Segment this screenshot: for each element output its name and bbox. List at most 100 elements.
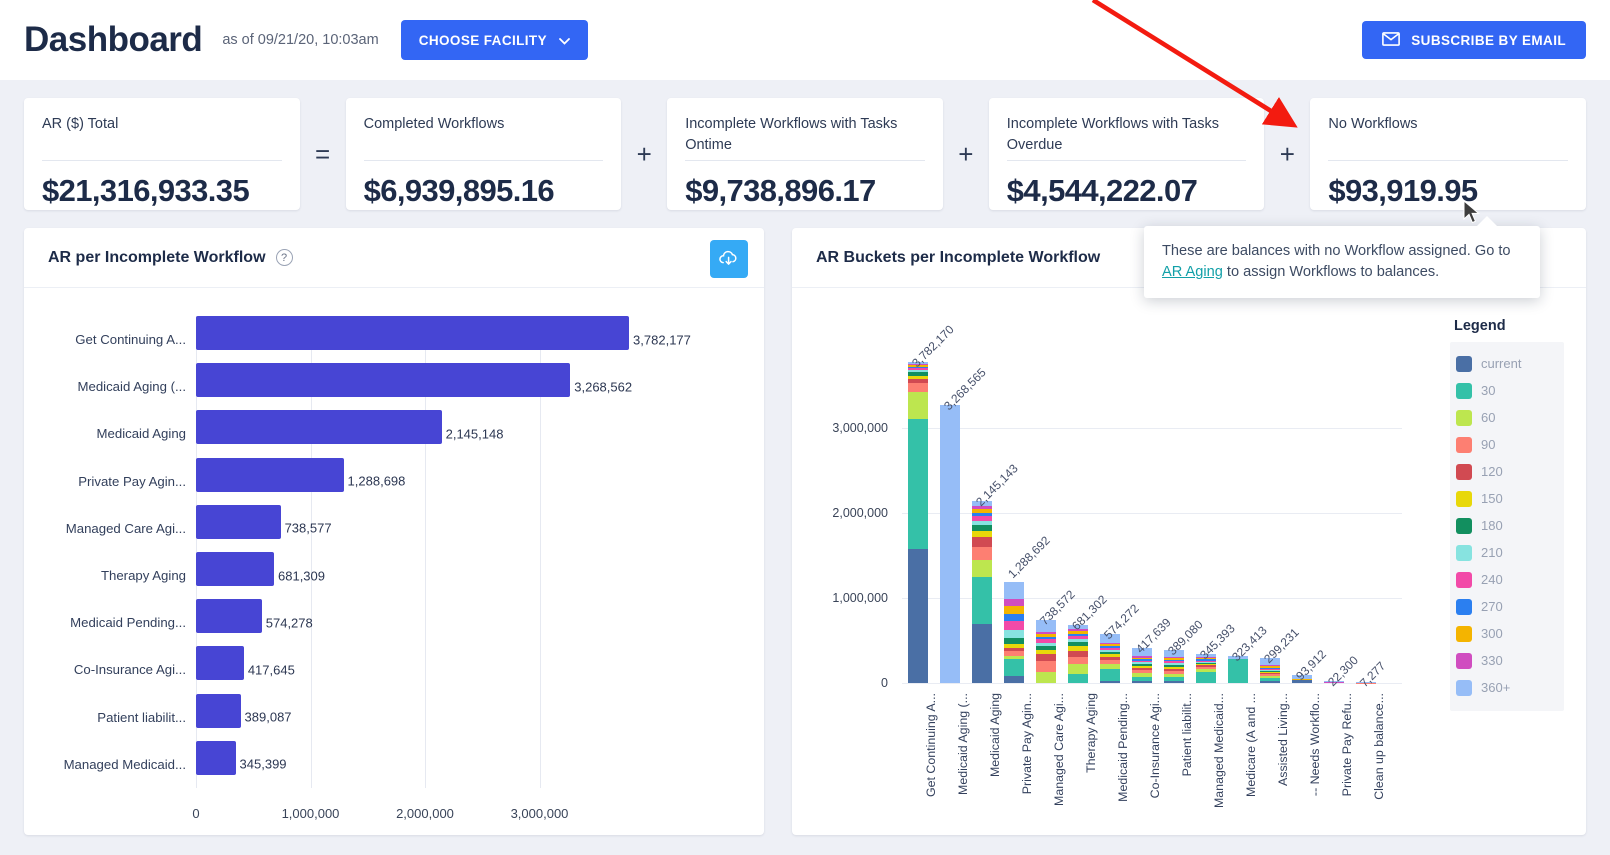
help-icon[interactable]: ? <box>276 249 293 266</box>
stacked-bar-segment[interactable] <box>908 392 928 419</box>
stacked-bar[interactable] <box>972 501 992 683</box>
legend-item[interactable]: 210 <box>1456 539 1558 566</box>
legend-item[interactable]: 270 <box>1456 593 1558 620</box>
stacked-bar-segment[interactable] <box>1004 606 1024 614</box>
stacked-bar-segment[interactable] <box>1068 674 1088 683</box>
bar-track: 417,645 <box>196 646 764 693</box>
stacked-bar-segment[interactable] <box>908 383 928 393</box>
tooltip-text: These are balances with no Workflow assi… <box>1162 241 1520 282</box>
bar[interactable] <box>196 552 274 586</box>
stacked-bar-segment[interactable] <box>972 624 992 683</box>
stacked-bar-segment[interactable] <box>972 537 992 548</box>
gridline <box>902 683 1402 684</box>
bar[interactable] <box>196 363 570 397</box>
bar[interactable] <box>196 458 344 492</box>
legend-item-list: current3060 90 120150180210240270300330360… <box>1450 342 1564 711</box>
legend-item[interactable]: 60 <box>1456 404 1558 431</box>
left-panel-header: AR per Incomplete Workflow ? <box>24 228 764 288</box>
kpi-label: AR ($) Total <box>42 114 282 156</box>
kpi-value: $93,919.95 <box>1328 173 1568 209</box>
kpi-operator: + <box>943 98 989 210</box>
stacked-bar-segment[interactable] <box>940 405 960 683</box>
legend-item[interactable]: 90 <box>1456 431 1558 458</box>
stacked-bar-segment[interactable] <box>1068 657 1088 664</box>
stacked-bar-segment[interactable] <box>1196 672 1216 683</box>
bar[interactable] <box>196 316 629 350</box>
stacked-bar-segment[interactable] <box>1004 614 1024 621</box>
x-axis-category-label: Medicare (A and ... <box>1244 693 1258 797</box>
bar-category-label: Medicaid Aging (... <box>24 379 196 394</box>
legend-item[interactable]: 150 <box>1456 485 1558 512</box>
bar-value-label: 3,782,177 <box>633 332 691 347</box>
legend-item[interactable]: 240 <box>1456 566 1558 593</box>
legend-item[interactable]: 300 <box>1456 620 1558 647</box>
download-icon[interactable] <box>710 240 748 278</box>
stacked-bar-segment[interactable] <box>1068 664 1088 674</box>
stacked-bar-segment[interactable] <box>1036 661 1056 671</box>
stacked-bar-segment[interactable] <box>1004 621 1024 630</box>
stacked-bar[interactable] <box>1068 625 1088 683</box>
y-axis-tick-label: 3,000,000 <box>792 421 888 435</box>
x-axis-tick-label: 0 <box>192 806 199 821</box>
stacked-bar-segment[interactable] <box>972 547 992 560</box>
legend-swatch <box>1456 572 1472 588</box>
stacked-bar-segment[interactable] <box>1004 676 1024 683</box>
x-axis-category-label: Medicaid Aging <box>988 693 1002 777</box>
x-axis-category-label: Managed Care Agi... <box>1052 693 1066 806</box>
legend-swatch <box>1456 599 1472 615</box>
bar-value-label: 1,288,698 <box>348 474 406 489</box>
stacked-bar-segment[interactable] <box>1132 681 1152 683</box>
stacked-bar[interactable] <box>1036 620 1056 683</box>
stacked-bar-segment[interactable] <box>908 549 928 683</box>
legend-item[interactable]: 120 <box>1456 458 1558 485</box>
bar[interactable] <box>196 505 281 539</box>
legend-swatch <box>1456 491 1472 507</box>
stacked-bar-segment[interactable] <box>1260 681 1280 683</box>
stacked-bar[interactable] <box>1004 573 1024 683</box>
bar[interactable] <box>196 599 262 633</box>
legend-swatch <box>1456 653 1472 669</box>
stacked-bar-segment[interactable] <box>1036 654 1056 661</box>
stacked-bar-segment[interactable] <box>1100 669 1120 681</box>
stacked-bar-segment[interactable] <box>1004 582 1024 599</box>
stacked-bar-segment[interactable] <box>1164 681 1184 683</box>
legend-item[interactable]: 360+ <box>1456 674 1558 701</box>
stacked-bar-segment[interactable] <box>1036 672 1056 683</box>
legend-label: 90 <box>1481 437 1495 452</box>
legend-item[interactable]: 330 <box>1456 647 1558 674</box>
bar-category-label: Medicaid Aging <box>24 426 196 441</box>
bar[interactable] <box>196 741 236 775</box>
stacked-bar-segment[interactable] <box>908 419 928 549</box>
bar[interactable] <box>196 410 442 444</box>
stacked-bar-segment[interactable] <box>1100 681 1120 683</box>
choose-facility-button[interactable]: CHOOSE FACILITY <box>401 20 588 60</box>
legend-item[interactable]: current <box>1456 350 1558 377</box>
bar[interactable] <box>196 694 241 728</box>
stacked-bar[interactable] <box>940 405 960 683</box>
bar-track: 574,278 <box>196 599 764 646</box>
stacked-bar-segment[interactable] <box>1004 659 1024 676</box>
bar[interactable] <box>196 646 244 680</box>
legend-item[interactable]: 180 <box>1456 512 1558 539</box>
stacked-bar-segment[interactable] <box>1004 630 1024 638</box>
bar-row: Medicaid Pending...574,278 <box>24 599 764 646</box>
y-axis-tick-label: 1,000,000 <box>792 591 888 605</box>
stacked-bar-segment[interactable] <box>1004 599 1024 606</box>
bar-value-label: 574,278 <box>266 615 313 630</box>
x-axis-category-label: Managed Medicaid... <box>1212 693 1226 808</box>
tooltip-text-before: These are balances with no Workflow assi… <box>1162 243 1511 259</box>
page-title: Dashboard <box>24 20 202 60</box>
tooltip-text-after: to assign Workflows to balances. <box>1223 264 1439 280</box>
kpi-divider <box>1328 160 1568 161</box>
bar-track: 681,309 <box>196 552 764 599</box>
legend-swatch <box>1456 545 1472 561</box>
ar-aging-link[interactable]: AR Aging <box>1162 264 1223 280</box>
stacked-bar-segment[interactable] <box>972 560 992 577</box>
subscribe-by-email-button[interactable]: SUBSCRIBE BY EMAIL <box>1362 21 1586 59</box>
kpi-operator: + <box>1264 98 1310 210</box>
stacked-bar-segment[interactable] <box>972 577 992 625</box>
stacked-bar[interactable] <box>908 362 928 683</box>
legend-item[interactable]: 30 <box>1456 377 1558 404</box>
legend-swatch <box>1456 464 1472 480</box>
left-panel-body: Get Continuing A...3,782,177Medicaid Agi… <box>24 288 764 835</box>
